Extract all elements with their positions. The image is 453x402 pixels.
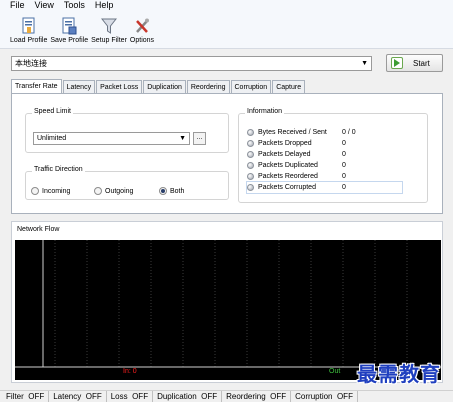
status-dot-icon	[247, 140, 254, 147]
tab-bar: Transfer Rate Latency Packet Loss Duplic…	[11, 79, 306, 94]
menu-file[interactable]: File	[10, 0, 25, 11]
status-dot-icon	[247, 162, 254, 169]
menu-bar: File View Tools Help	[0, 0, 453, 11]
traffic-direction-title: Traffic Direction	[32, 166, 85, 173]
connection-select[interactable]: 本地连接 ▼	[11, 55, 372, 71]
watermark-text: 最需教育	[357, 362, 441, 386]
chevron-down-icon: ▼	[361, 59, 368, 67]
play-icon	[391, 57, 403, 69]
info-row-dropped: Packets Dropped 0	[247, 138, 346, 149]
tab-reordering[interactable]: Reordering	[186, 80, 230, 94]
speed-limit-title: Speed Limit	[32, 108, 73, 115]
network-flow-title: Network Flow	[17, 226, 60, 233]
options-tools-icon	[134, 17, 150, 35]
save-profile-button[interactable]: Save Profile	[50, 11, 88, 48]
radio-both[interactable]: Both	[159, 187, 184, 195]
status-reordering: Reordering OFF	[222, 391, 292, 402]
status-dot-icon	[247, 173, 254, 180]
status-duplication: Duplication OFF	[153, 391, 223, 402]
speed-limit-select[interactable]: Unlimited ▼	[33, 132, 190, 145]
connection-row: 本地连接 ▼ Start	[11, 54, 443, 72]
info-row-delayed: Packets Delayed 0	[247, 149, 346, 160]
out-label: Out	[329, 368, 341, 375]
radio-incoming[interactable]: Incoming	[31, 187, 70, 195]
speed-limit-group: Speed Limit Unlimited ▼ ...	[25, 108, 229, 153]
tab-latency[interactable]: Latency	[62, 80, 96, 94]
info-row-reordered: Packets Reordered 0	[247, 171, 346, 182]
transfer-rate-panel: Speed Limit Unlimited ▼ ... Traffic Dire…	[11, 93, 443, 214]
info-row-duplicated: Packets Duplicated 0	[247, 160, 346, 171]
load-profile-icon	[21, 17, 37, 35]
options-button[interactable]: Options	[130, 11, 154, 48]
menu-help[interactable]: Help	[95, 0, 114, 11]
information-group: Information Bytes Received / Sent 0 / 0 …	[238, 108, 428, 203]
status-dot-icon	[247, 184, 254, 191]
radio-button[interactable]	[31, 187, 39, 195]
status-loss: Loss OFF	[107, 391, 154, 402]
toolbar: Load Profile Save Profile Setup Filter O…	[0, 11, 453, 49]
speed-limit-more-button[interactable]: ...	[193, 132, 206, 145]
radio-button[interactable]	[94, 187, 102, 195]
chevron-down-icon: ▼	[179, 135, 186, 142]
status-dot-icon	[247, 151, 254, 158]
start-button[interactable]: Start	[386, 54, 443, 72]
tab-packet-loss[interactable]: Packet Loss	[96, 80, 143, 94]
menu-tools[interactable]: Tools	[64, 0, 85, 11]
status-latency: Latency OFF	[49, 391, 107, 402]
info-row-bytes: Bytes Received / Sent 0 / 0	[247, 127, 356, 138]
radio-outgoing[interactable]: Outgoing	[94, 187, 133, 195]
tab-transfer-rate[interactable]: Transfer Rate	[11, 79, 62, 94]
filter-icon	[101, 17, 117, 35]
menu-view[interactable]: View	[35, 0, 54, 11]
info-row-corrupted[interactable]: Packets Corrupted 0	[246, 181, 403, 194]
status-filter: Filter OFF	[2, 391, 50, 402]
tab-corruption[interactable]: Corruption	[230, 80, 272, 94]
setup-filter-button[interactable]: Setup Filter	[91, 11, 127, 48]
in-label: In: 0	[123, 368, 137, 375]
information-title: Information	[245, 108, 285, 115]
tab-duplication[interactable]: Duplication	[143, 80, 186, 94]
status-corruption: Corruption OFF	[291, 391, 358, 402]
radio-button-selected[interactable]	[159, 187, 167, 195]
load-profile-button[interactable]: Load Profile	[10, 11, 47, 48]
save-profile-icon	[61, 17, 77, 35]
traffic-direction-group: Traffic Direction Incoming Outgoing Both	[25, 166, 229, 200]
tab-capture[interactable]: Capture	[272, 80, 306, 94]
status-bar: Filter OFF Latency OFF Loss OFF Duplicat…	[0, 390, 453, 402]
status-dot-icon	[247, 129, 254, 136]
